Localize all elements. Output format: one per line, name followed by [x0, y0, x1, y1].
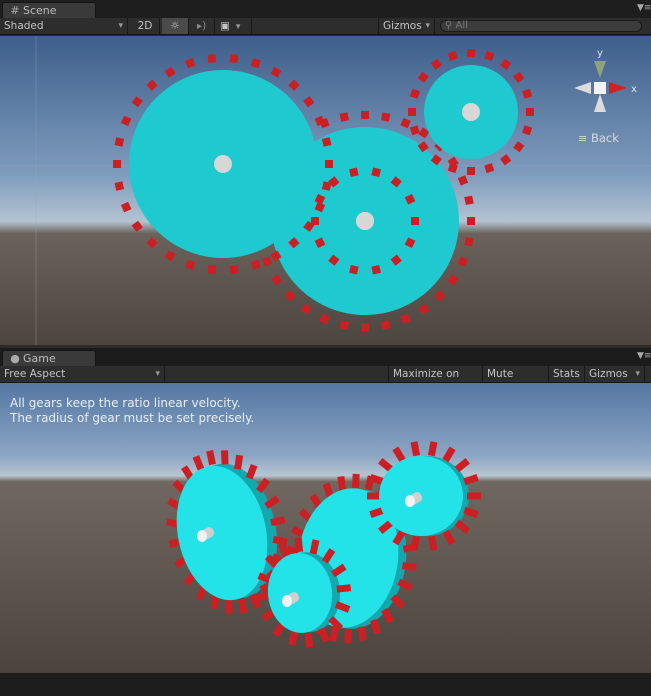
gear-tooth	[467, 167, 475, 175]
gear-tooth	[408, 108, 416, 116]
axis-x-label: x	[631, 84, 637, 95]
menu-icon[interactable]: ▼≡	[637, 352, 651, 361]
gear-tooth	[344, 629, 352, 644]
effects-dropdown[interactable]: ▣ ▾	[216, 18, 252, 34]
scene-tab[interactable]: # Scene	[2, 2, 96, 18]
sun-icon: ☼	[170, 20, 180, 32]
scene-inner-axle	[356, 212, 374, 230]
game-canvas[interactable]	[0, 383, 651, 673]
gear-tooth	[229, 54, 239, 63]
scene-gear-small-axle	[462, 103, 480, 121]
stats-toggle[interactable]: Stats	[549, 366, 585, 382]
gear-tooth	[294, 537, 304, 553]
shading-mode-dropdown[interactable]: Shaded	[0, 18, 128, 34]
game-gear-front-axle-cap	[282, 595, 292, 607]
center-cube[interactable]	[594, 82, 606, 94]
game-controller-icon: ●	[10, 352, 20, 365]
shading-mode-label: Shaded	[4, 20, 44, 32]
scene-toolbar: Shaded 2D ☼ ▸) ▣▾ Gizmos ⚲ All	[0, 18, 651, 35]
gear-tooth	[464, 195, 474, 206]
gear-tooth	[114, 181, 125, 191]
gear-tooth	[221, 450, 229, 465]
game-gear-large-axle-cap	[197, 530, 207, 542]
game-gizmos-dropdown[interactable]: Gizmos	[585, 366, 645, 382]
game-toolbar: Free Aspect Maximize on Play Mute audio …	[0, 366, 651, 396]
gear-tooth	[207, 265, 217, 274]
gear-tooth	[467, 492, 481, 500]
instruction-line-1: All gears keep the ratio linear velocity…	[10, 396, 241, 410]
game-gizmos-label: Gizmos	[589, 368, 628, 380]
scene-gizmos-label: Gizmos	[383, 20, 422, 32]
gear-tooth	[325, 160, 333, 168]
gear-tooth	[339, 112, 350, 122]
instruction-line-2: The radius of gear must be set precisely…	[10, 411, 255, 425]
scene-tab-bar: # Scene ▼≡	[0, 0, 651, 18]
gear-tooth	[361, 323, 369, 331]
gear-tooth	[361, 111, 369, 119]
gear-tooth	[207, 54, 217, 63]
gear-tooth	[464, 236, 474, 247]
gear-tooth	[321, 137, 332, 147]
scene-gear-large-axle	[214, 155, 232, 173]
gear-tooth	[336, 584, 352, 593]
menu-icon[interactable]: ▼≡	[637, 4, 651, 13]
search-placeholder: All	[455, 20, 468, 31]
gear-tooth	[311, 217, 319, 225]
gear-tooth	[225, 599, 233, 614]
game-tab-bar: ● Game ▼≡	[0, 348, 651, 367]
gear-tooth	[380, 320, 391, 330]
gear-tooth	[411, 217, 419, 225]
aspect-label: Free Aspect	[4, 368, 66, 380]
game-tab-label: Game	[23, 352, 56, 365]
aspect-dropdown[interactable]: Free Aspect	[0, 366, 165, 382]
scene-tab-label: Scene	[23, 4, 57, 17]
gear-tooth	[351, 473, 360, 489]
grid-icon: #	[10, 4, 20, 17]
view-back-label[interactable]: Back	[591, 131, 619, 145]
lighting-toggle[interactable]: ☼	[162, 18, 189, 34]
gear-tooth	[339, 320, 350, 330]
mute-audio-toggle[interactable]: Mute audio	[483, 366, 549, 396]
maximize-on-play-toggle[interactable]: Maximize on Play	[388, 366, 483, 396]
gear-tooth	[367, 492, 381, 500]
gear-tooth	[229, 265, 239, 274]
search-icon: ⚲	[445, 20, 453, 31]
scene-gizmos-dropdown[interactable]: Gizmos	[378, 18, 435, 34]
gear-tooth	[526, 108, 534, 116]
gear-tooth	[114, 137, 125, 147]
hamburger-icon: ≡	[578, 132, 587, 145]
speaker-icon: ▸)	[196, 20, 207, 32]
gear-tooth	[467, 217, 475, 225]
axis-y-label: y	[597, 48, 603, 59]
game-tab[interactable]: ● Game	[2, 350, 96, 366]
scene-search-input[interactable]: ⚲ All	[440, 20, 642, 32]
gear-tooth	[113, 160, 121, 168]
image-icon: ▣	[220, 20, 230, 32]
bottom-bar	[0, 673, 651, 696]
gear-tooth	[467, 49, 475, 57]
toggle-2d-button[interactable]: 2D	[131, 18, 160, 34]
game-viewport[interactable]: All gears keep the ratio linear velocity…	[0, 383, 651, 673]
game-gear-small-axle-cap	[405, 495, 415, 507]
toggle-2d-label: 2D	[137, 20, 153, 32]
gear-tooth	[380, 112, 391, 122]
scene-canvas[interactable]: y x ≡ Back	[0, 36, 651, 345]
stats-label: Stats	[553, 368, 580, 380]
audio-toggle[interactable]: ▸)	[189, 18, 215, 34]
scene-viewport[interactable]: y x ≡ Back	[0, 36, 651, 345]
gear-tooth	[304, 632, 314, 648]
